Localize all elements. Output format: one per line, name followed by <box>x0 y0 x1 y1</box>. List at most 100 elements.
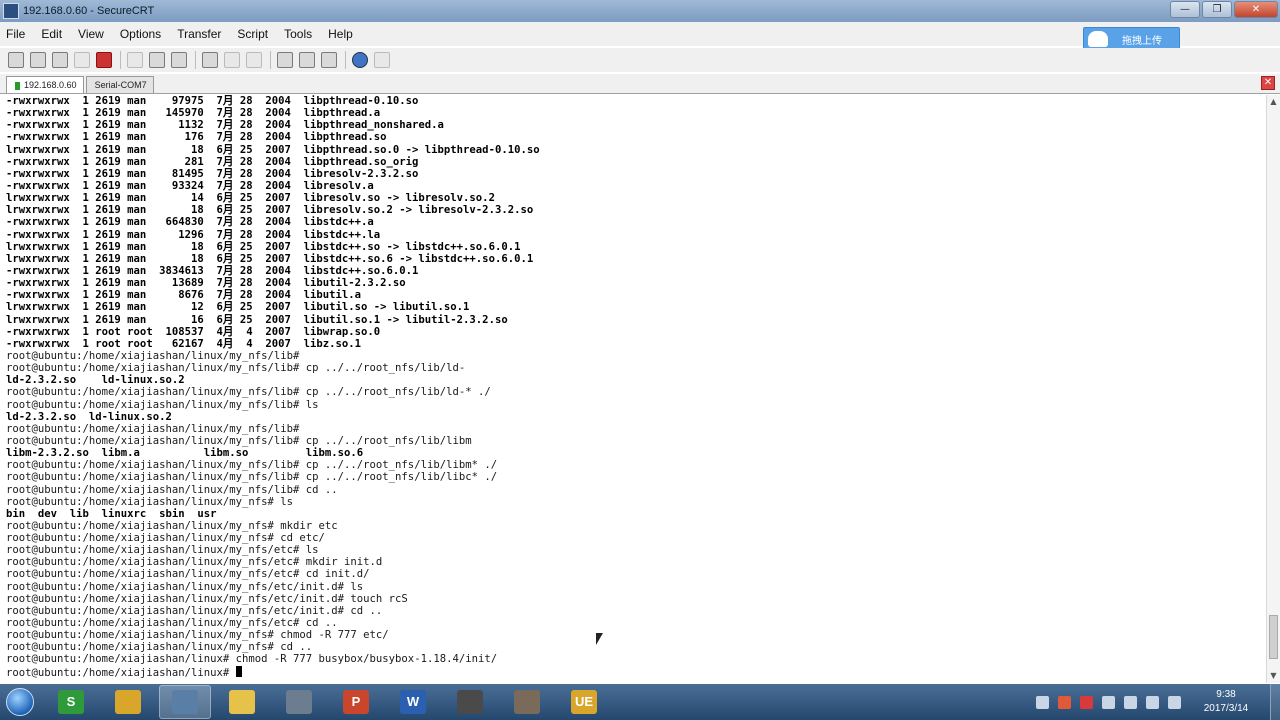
folder-icon <box>229 690 255 714</box>
terminal-prompt-line: root@ubuntu:/home/xiajiashan/linux# <box>6 665 1266 679</box>
global-options-icon[interactable] <box>299 52 315 68</box>
tray-app-icon[interactable] <box>1058 695 1071 709</box>
virtualbox-icon <box>457 690 483 714</box>
scroll-down-icon[interactable]: ▼ <box>1267 669 1280 683</box>
terminal-output[interactable]: -rwxrwxrwx 1 2619 man 97975 7月 28 2004 l… <box>0 95 1266 683</box>
securecrt-app-icon <box>3 3 19 19</box>
keymap-icon[interactable] <box>321 52 337 68</box>
menu-file[interactable]: File <box>6 25 25 43</box>
connect-icon[interactable] <box>8 52 24 68</box>
close-button[interactable]: ✕ <box>1234 1 1278 18</box>
tab-serial-com7[interactable]: Serial-COM7 <box>85 76 154 93</box>
session-tabs: 192.168.0.60 Serial-COM7 ✕ <box>0 74 1280 94</box>
tab-label: 192.168.0.60 <box>24 80 77 90</box>
toolbar-options-icon[interactable] <box>374 52 390 68</box>
terminal-line: -rwxrwxrwx 1 2619 man 281 7月 28 2004 lib… <box>6 155 419 168</box>
tab-label: Serial-COM7 <box>94 80 147 90</box>
close-tab-icon[interactable]: ✕ <box>1261 76 1275 90</box>
toolbar <box>0 48 1280 72</box>
terminal-line: -rwxrwxrwx 1 2619 man 81495 7月 28 2004 l… <box>6 167 419 180</box>
menu-script[interactable]: Script <box>237 25 268 43</box>
copy-icon[interactable] <box>127 52 143 68</box>
find-icon[interactable] <box>171 52 187 68</box>
taskbar-button[interactable] <box>159 685 211 719</box>
taskbar-button[interactable] <box>501 685 553 719</box>
terminal-line: root@ubuntu:/home/xiajiashan/linux/my_nf… <box>6 362 466 375</box>
taskbar-button[interactable] <box>444 685 496 719</box>
print-icon[interactable] <box>202 52 218 68</box>
menu-edit[interactable]: Edit <box>41 25 62 43</box>
toolbar-separator <box>120 51 121 69</box>
terminal-line: -rwxrwxrwx 1 2619 man 97975 7月 28 2004 l… <box>6 95 419 107</box>
terminal-line: root@ubuntu:/home/xiajiashan/linux/my_nf… <box>6 349 300 362</box>
terminal-line: ld-2.3.2.so ld-linux.so.2 <box>6 374 185 387</box>
minimize-button[interactable]: — <box>1170 1 1200 18</box>
taskbar-button[interactable]: W <box>387 685 439 719</box>
tab-192-168-0-60[interactable]: 192.168.0.60 <box>6 76 84 93</box>
show-desktop-button[interactable] <box>1270 684 1280 720</box>
quick-connect-icon[interactable] <box>30 52 46 68</box>
terminal-line: -rwxrwxrwx 1 2619 man 1296 7月 28 2004 li… <box>6 228 381 241</box>
taskbar-button[interactable]: P <box>330 685 382 719</box>
menu-options[interactable]: Options <box>120 25 161 43</box>
tray-app-icon[interactable] <box>1080 695 1093 709</box>
maximize-button[interactable]: ❐ <box>1202 1 1232 18</box>
scrollbar-thumb[interactable] <box>1269 615 1278 659</box>
terminal-line: root@ubuntu:/home/xiajiashan/linux/my_nf… <box>6 556 383 569</box>
input-method-icon[interactable] <box>1102 695 1115 709</box>
window-controls: — ❐ ✕ <box>1168 1 1278 18</box>
menu-transfer[interactable]: Transfer <box>177 25 221 43</box>
terminal-line: root@ubuntu:/home/xiajiashan/linux/my_nf… <box>6 483 338 496</box>
taskbar-apps: S P W UE <box>40 685 610 719</box>
scroll-up-icon[interactable]: ▲ <box>1267 95 1280 109</box>
taskbar-button[interactable] <box>273 685 325 719</box>
session-options-icon[interactable] <box>277 52 293 68</box>
terminal-line: root@ubuntu:/home/xiajiashan/linux/my_nf… <box>6 471 498 484</box>
windows-logo-icon <box>6 688 34 716</box>
start-button[interactable] <box>0 684 40 720</box>
terminal-line: ld-2.3.2.so ld-linux.so.2 <box>6 410 172 423</box>
paste-icon[interactable] <box>149 52 165 68</box>
terminal-line: root@ubuntu:/home/xiajiashan/linux/my_nf… <box>6 459 498 472</box>
network-icon <box>286 690 312 714</box>
terminal-line: -rwxrwxrwx 1 2619 man 13689 7月 28 2004 l… <box>6 277 406 290</box>
terminal-line: -rwxrwxrwx 1 2619 man 3834613 7月 28 2004… <box>6 264 419 277</box>
connected-status-icon <box>15 81 20 90</box>
connect-tab-icon[interactable] <box>52 52 68 68</box>
terminal-line: root@ubuntu:/home/xiajiashan/linux/my_nf… <box>6 422 300 435</box>
powerpoint-icon: P <box>343 690 369 714</box>
network-status-icon[interactable] <box>1146 695 1159 709</box>
terminal-line: lrwxrwxrwx 1 2619 man 12 6月 25 2007 libu… <box>6 301 470 314</box>
360-browser-icon: S <box>58 690 84 714</box>
tool-icon <box>514 690 540 714</box>
taskbar-button[interactable] <box>216 685 268 719</box>
taskbar-button[interactable]: UE <box>558 685 610 719</box>
disconnect-icon[interactable] <box>96 52 112 68</box>
show-hidden-icons-icon[interactable] <box>1036 695 1049 709</box>
print-selection-icon[interactable] <box>224 52 240 68</box>
mouse-pointer-icon <box>596 633 603 645</box>
menu-view[interactable]: View <box>78 25 104 43</box>
terminal-lines: -rwxrwxrwx 1 2619 man 97975 7月 28 2004 l… <box>0 95 1266 679</box>
print-screen-icon[interactable] <box>246 52 262 68</box>
terminal-line: bin dev lib linuxrc sbin usr <box>6 507 217 520</box>
terminal-line: -rwxrwxrwx 1 2619 man 176 7月 28 2004 lib… <box>6 131 387 144</box>
terminal-scrollbar[interactable]: ▲ ▼ <box>1266 95 1280 683</box>
taskbar-button[interactable]: S <box>45 685 97 719</box>
help-icon[interactable] <box>352 52 368 68</box>
system-clock[interactable]: 9:38 2017/3/14 <box>1190 688 1262 716</box>
menu-help[interactable]: Help <box>328 25 353 43</box>
menu-tools[interactable]: Tools <box>284 25 312 43</box>
terminal-line: root@ubuntu:/home/xiajiashan/linux/my_nf… <box>6 434 472 447</box>
terminal-line: root@ubuntu:/home/xiajiashan/linux/my_nf… <box>6 568 370 581</box>
reconnect-icon[interactable] <box>74 52 90 68</box>
terminal-line: -rwxrwxrwx 1 2619 man 145970 7月 28 2004 … <box>6 107 381 120</box>
windows-taskbar: S P W UE 9:38 2017/3/14 <box>0 684 1280 720</box>
terminal-line: lrwxrwxrwx 1 2619 man 18 6月 25 2007 libr… <box>6 204 534 217</box>
taskbar-button[interactable] <box>102 685 154 719</box>
flag-icon[interactable] <box>1124 695 1137 709</box>
toolbar-separator <box>345 51 346 69</box>
toolbar-separator <box>195 51 196 69</box>
volume-icon[interactable] <box>1168 695 1181 709</box>
terminal-line: -rwxrwxrwx 1 2619 man 1132 7月 28 2004 li… <box>6 119 444 132</box>
